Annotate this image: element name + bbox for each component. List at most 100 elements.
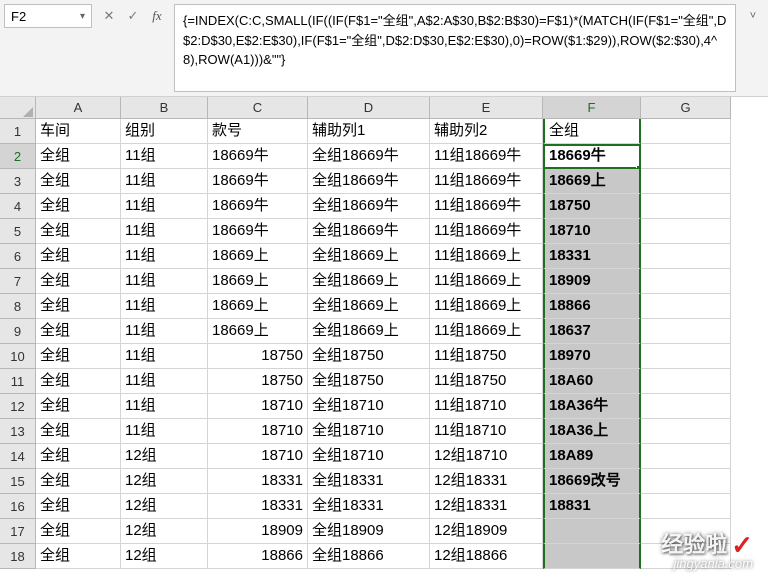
cell-A7[interactable]: 全组 [36, 269, 121, 294]
cell-C6[interactable]: 18669上 [208, 244, 308, 269]
row-head-17[interactable]: 17 [0, 519, 36, 544]
cell-F8[interactable]: 18866 [543, 294, 641, 319]
cell-D4[interactable]: 全组18669牛 [308, 194, 430, 219]
cell-G13[interactable] [641, 419, 731, 444]
cell-F6[interactable]: 18331 [543, 244, 641, 269]
cell-G5[interactable] [641, 219, 731, 244]
cell-G4[interactable] [641, 194, 731, 219]
cell-E8[interactable]: 11组18669上 [430, 294, 543, 319]
row-head-16[interactable]: 16 [0, 494, 36, 519]
cell-B3[interactable]: 11组 [121, 169, 208, 194]
cell-G18[interactable] [641, 544, 731, 569]
cell-B15[interactable]: 12组 [121, 469, 208, 494]
cell-F15[interactable]: 18669改号 [543, 469, 641, 494]
cell-C11[interactable]: 18750 [208, 369, 308, 394]
cell-D11[interactable]: 全组18750 [308, 369, 430, 394]
cell-B4[interactable]: 11组 [121, 194, 208, 219]
cell-C1[interactable]: 款号 [208, 119, 308, 144]
cell-F3[interactable]: 18669上 [543, 169, 641, 194]
cell-E12[interactable]: 11组18710 [430, 394, 543, 419]
cell-D1[interactable]: 辅助列1 [308, 119, 430, 144]
row-head-5[interactable]: 5 [0, 219, 36, 244]
row-head-11[interactable]: 11 [0, 369, 36, 394]
cell-F11[interactable]: 18A60 [543, 369, 641, 394]
cell-C17[interactable]: 18909 [208, 519, 308, 544]
cell-A2[interactable]: 全组 [36, 144, 121, 169]
cell-A17[interactable]: 全组 [36, 519, 121, 544]
cell-D12[interactable]: 全组18710 [308, 394, 430, 419]
cell-E13[interactable]: 11组18710 [430, 419, 543, 444]
cell-G11[interactable] [641, 369, 731, 394]
cell-C2[interactable]: 18669牛 [208, 144, 308, 169]
cell-D13[interactable]: 全组18710 [308, 419, 430, 444]
cell-G15[interactable] [641, 469, 731, 494]
formula-input[interactable]: {=INDEX(C:C,SMALL(IF((IF(F$1="全组",A$2:A$… [174, 4, 736, 92]
cell-E11[interactable]: 11组18750 [430, 369, 543, 394]
cell-D9[interactable]: 全组18669上 [308, 319, 430, 344]
cell-G3[interactable] [641, 169, 731, 194]
formula-expand-icon[interactable]: ˅ [742, 4, 764, 28]
cell-E2[interactable]: 11组18669牛 [430, 144, 543, 169]
cell-C13[interactable]: 18710 [208, 419, 308, 444]
fx-icon[interactable]: fx [146, 5, 168, 27]
cell-C7[interactable]: 18669上 [208, 269, 308, 294]
cell-F9[interactable]: 18637 [543, 319, 641, 344]
cell-A9[interactable]: 全组 [36, 319, 121, 344]
cell-G12[interactable] [641, 394, 731, 419]
cell-B13[interactable]: 11组 [121, 419, 208, 444]
cell-C9[interactable]: 18669上 [208, 319, 308, 344]
row-head-9[interactable]: 9 [0, 319, 36, 344]
cell-E15[interactable]: 12组18331 [430, 469, 543, 494]
row-head-18[interactable]: 18 [0, 544, 36, 569]
cell-A8[interactable]: 全组 [36, 294, 121, 319]
cell-C12[interactable]: 18710 [208, 394, 308, 419]
cell-F17[interactable] [543, 519, 641, 544]
cell-D18[interactable]: 全组18866 [308, 544, 430, 569]
cell-E7[interactable]: 11组18669上 [430, 269, 543, 294]
cell-F2[interactable]: 18669牛 [543, 144, 641, 169]
cell-A13[interactable]: 全组 [36, 419, 121, 444]
chevron-down-icon[interactable]: ▾ [80, 11, 85, 22]
cell-E6[interactable]: 11组18669上 [430, 244, 543, 269]
cell-E14[interactable]: 12组18710 [430, 444, 543, 469]
cell-B10[interactable]: 11组 [121, 344, 208, 369]
cell-G14[interactable] [641, 444, 731, 469]
cell-F1[interactable]: 全组 [543, 119, 641, 144]
cell-E16[interactable]: 12组18331 [430, 494, 543, 519]
row-head-10[interactable]: 10 [0, 344, 36, 369]
cell-E3[interactable]: 11组18669牛 [430, 169, 543, 194]
cell-B1[interactable]: 组别 [121, 119, 208, 144]
cell-A6[interactable]: 全组 [36, 244, 121, 269]
cell-F13[interactable]: 18A36上 [543, 419, 641, 444]
col-head-E[interactable]: E [430, 97, 543, 119]
cell-F4[interactable]: 18750 [543, 194, 641, 219]
cell-D6[interactable]: 全组18669上 [308, 244, 430, 269]
cell-E1[interactable]: 辅助列2 [430, 119, 543, 144]
row-head-14[interactable]: 14 [0, 444, 36, 469]
cell-A5[interactable]: 全组 [36, 219, 121, 244]
cell-F14[interactable]: 18A89 [543, 444, 641, 469]
cell-B6[interactable]: 11组 [121, 244, 208, 269]
cell-G16[interactable] [641, 494, 731, 519]
cell-A4[interactable]: 全组 [36, 194, 121, 219]
cell-E4[interactable]: 11组18669牛 [430, 194, 543, 219]
cell-F18[interactable] [543, 544, 641, 569]
row-head-4[interactable]: 4 [0, 194, 36, 219]
col-head-C[interactable]: C [208, 97, 308, 119]
cell-C15[interactable]: 18331 [208, 469, 308, 494]
row-head-2[interactable]: 2 [0, 144, 36, 169]
cell-F10[interactable]: 18970 [543, 344, 641, 369]
cell-G6[interactable] [641, 244, 731, 269]
select-all-corner[interactable] [0, 97, 36, 119]
cell-E9[interactable]: 11组18669上 [430, 319, 543, 344]
row-head-12[interactable]: 12 [0, 394, 36, 419]
cell-G2[interactable] [641, 144, 731, 169]
cell-B5[interactable]: 11组 [121, 219, 208, 244]
cell-B12[interactable]: 11组 [121, 394, 208, 419]
cell-B18[interactable]: 12组 [121, 544, 208, 569]
cell-E18[interactable]: 12组18866 [430, 544, 543, 569]
col-head-B[interactable]: B [121, 97, 208, 119]
cell-E17[interactable]: 12组18909 [430, 519, 543, 544]
cell-D17[interactable]: 全组18909 [308, 519, 430, 544]
cell-B9[interactable]: 11组 [121, 319, 208, 344]
